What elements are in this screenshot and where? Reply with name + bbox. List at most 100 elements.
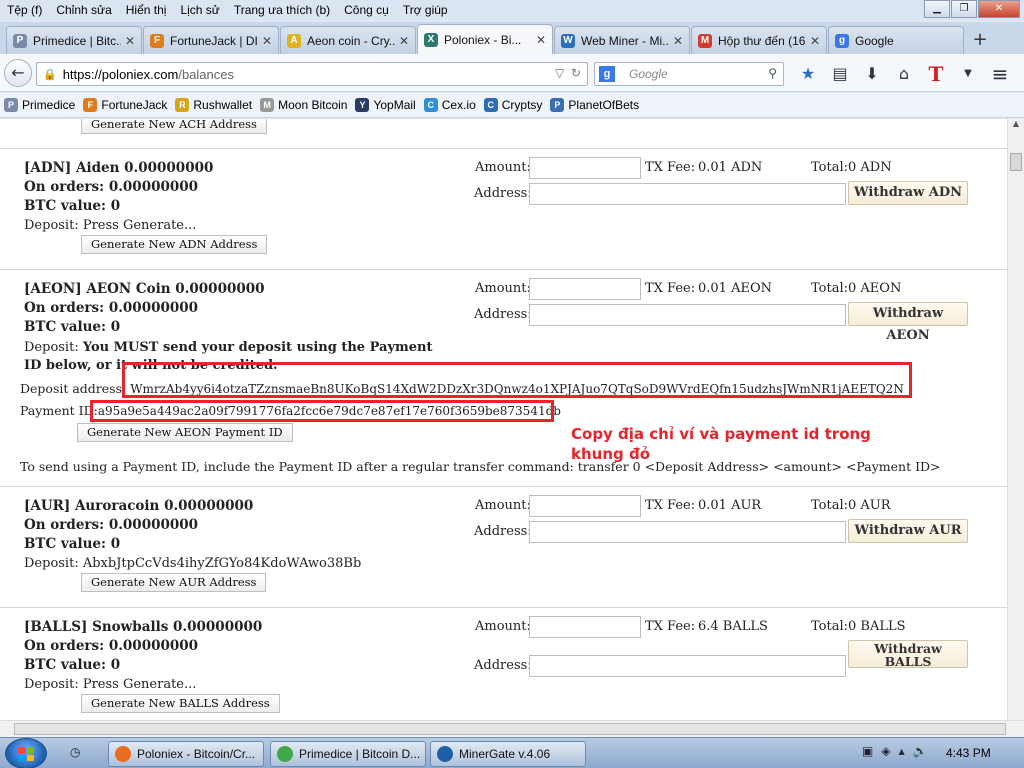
balls-deposit-label: Deposit: [24,677,79,692]
generate-aur-address-button[interactable]: Generate New AUR Address [81,573,267,592]
close-window-icon[interactable]: ✕ [978,0,1020,18]
balls-btc-value: BTC value: 0 [24,657,121,673]
aeon-address-input[interactable] [529,304,846,326]
tab-favicon-icon: g [835,33,849,48]
tab-favicon-icon: W [561,33,575,48]
clock[interactable]: 4:43 PM [946,746,991,760]
bookmark-3[interactable]: M Moon Bitcoin [260,98,347,112]
menu-bar: Tệp (f) Chỉnh sửa Hiển thị Lịch sử Trang… [0,0,1024,20]
aeon-amount-input[interactable] [529,278,641,300]
generate-balls-address-button[interactable]: Generate New BALLS Address [81,694,280,713]
aur-address-label: Address: [474,524,532,539]
bookmark-label: Cex.io [441,98,476,112]
menu-file[interactable]: Tệp (f) [0,3,49,17]
horizontal-scroll-thumb[interactable] [14,723,1006,735]
bookmark-4[interactable]: Y YopMail [355,98,416,112]
adn-address-input[interactable] [529,183,846,205]
volume-icon[interactable]: 🔈 [913,744,928,758]
aur-address-input[interactable] [529,521,846,543]
tab-4[interactable]: W Web Miner - Mi... ✕ [554,26,690,54]
back-arrow-icon[interactable]: ← [4,59,32,87]
network-icon[interactable]: ▣ [862,744,873,758]
tab-3[interactable]: X Poloniex - Bi... ✕ [417,24,553,54]
home-icon[interactable]: ⌂ [888,62,920,86]
withdraw-balls-button[interactable]: Withdraw BALLS [848,640,968,668]
menu-edit[interactable]: Chỉnh sửa [49,3,118,17]
restore-icon[interactable]: ❐ [951,0,977,18]
menu-view[interactable]: Hiển thị [119,3,174,17]
menu-help[interactable]: Trợ giúp [396,3,455,17]
tab-6[interactable]: g Google [828,26,964,54]
bookmark-5[interactable]: C Cex.io [423,98,476,112]
tab-label: Web Miner - Mi... [581,33,669,48]
horizontal-scrollbar[interactable] [0,720,1024,737]
generate-ach-address-button[interactable]: Generate New ACH Address [81,119,267,134]
show-desktop-icon[interactable]: ◷ [70,745,88,763]
aur-btc-value: BTC value: 0 [24,536,121,552]
aeon-title: [AEON] AEON Coin 0.00000000 [24,281,265,297]
tab-1[interactable]: F FortuneJack | DI... ✕ [143,26,279,54]
adn-amount-input[interactable] [529,157,641,179]
aur-total-value: 0 AUR [848,498,891,513]
taskbar-app-2[interactable]: MinerGate v.4.06 [430,741,586,767]
url-bar[interactable]: 🔒 https://poloniex.com/balances ▽ ↻ [36,62,588,86]
aur-deposit-value[interactable]: AbxbJtpCcVds4ihyZfGYo84KdoWAwo38Bb [83,556,361,571]
tab-close-icon[interactable]: ✕ [399,34,409,48]
tab-close-icon[interactable]: ✕ [673,34,683,48]
vertical-scrollbar[interactable]: ▲ [1007,119,1024,720]
menu-bookmarks[interactable]: Trang ưa thích (b) [227,3,337,17]
tab-label: Google [855,33,894,48]
balls-amount-label: Amount: [475,619,531,634]
search-bar[interactable]: g Google ⚲ [594,62,784,86]
star-icon[interactable]: ★ [792,62,824,86]
scroll-up-icon[interactable]: ▲ [1008,119,1024,135]
withdraw-aeon-button[interactable]: Withdraw AEON [848,302,968,343]
new-tab-icon[interactable]: + [965,28,995,54]
withdraw-adn-button[interactable]: Withdraw ADN [848,181,968,205]
aeon-amount-label: Amount: [475,281,531,296]
aur-title: [AUR] Auroracoin 0.00000000 [24,498,254,514]
menu-history[interactable]: Lịch sử [173,3,226,17]
balls-address-input[interactable] [529,655,846,677]
tab-close-icon[interactable]: ✕ [125,34,135,48]
aur-amount-input[interactable] [529,495,641,517]
taskbar-app-0[interactable]: Poloniex - Bitcoin/Cr... [108,741,264,767]
tab-2[interactable]: A Aeon coin - Cry... ✕ [280,26,416,54]
minimize-icon[interactable]: ▁ [924,0,950,18]
t-extension-icon[interactable]: T [920,62,952,86]
balls-amount-input[interactable] [529,616,641,638]
menu-icon[interactable]: ≡ [984,62,1016,86]
app-icon [277,746,293,762]
scroll-thumb[interactable] [1010,153,1022,171]
tab-close-icon[interactable]: ✕ [262,34,272,48]
bookmark-0[interactable]: P Primedice [4,98,75,112]
shield-icon[interactable]: ◈ [881,744,890,758]
bookmarks-list-icon[interactable]: ▤ [824,62,856,86]
download-icon[interactable]: ⬇ [856,62,888,86]
taskbar-app-1[interactable]: Primedice | Bitcoin D... [270,741,426,767]
navigation-bar: ← 🔒 https://poloniex.com/balances ▽ ↻ g … [0,54,1024,92]
system-tray: ▣ ◈ ▴ 🔈 [862,744,936,758]
bookmark-6[interactable]: C Cryptsy [483,98,542,112]
withdraw-aur-button[interactable]: Withdraw AUR [848,519,968,543]
start-button[interactable] [5,738,47,768]
tab-close-icon[interactable]: ✕ [810,34,820,48]
tab-close-icon[interactable]: ✕ [536,33,546,47]
menu-tools[interactable]: Công cụ [337,3,396,17]
generate-adn-address-button[interactable]: Generate New ADN Address [81,235,268,254]
balls-on-orders: On orders: 0.00000000 [24,638,199,654]
dropdown-icon[interactable]: ▼ [952,62,984,86]
tab-0[interactable]: P Primedice | Bitc... ✕ [6,26,142,54]
windows-logo-icon [18,747,34,761]
bookmark-1[interactable]: F FortuneJack [83,98,167,112]
search-icon[interactable]: ⚲ [768,66,777,80]
generate-aeon-payment-id-button[interactable]: Generate New AEON Payment ID [77,423,293,442]
tab-5[interactable]: M Hộp thư đến (16... ✕ [691,26,827,54]
balances-page: Generate New ACH Address [ADN] Aiden 0.0… [0,119,1007,720]
arrow-up-icon[interactable]: ▴ [899,744,905,758]
bookmark-2[interactable]: R Rushwallet [175,98,252,112]
aur-total-label: Total: [811,498,849,513]
bookmark-7[interactable]: P PlanetOfBets [550,98,639,112]
reload-icon[interactable]: ▽ ↻ [555,66,581,80]
aeon-txfee-label: TX Fee: [645,281,696,296]
